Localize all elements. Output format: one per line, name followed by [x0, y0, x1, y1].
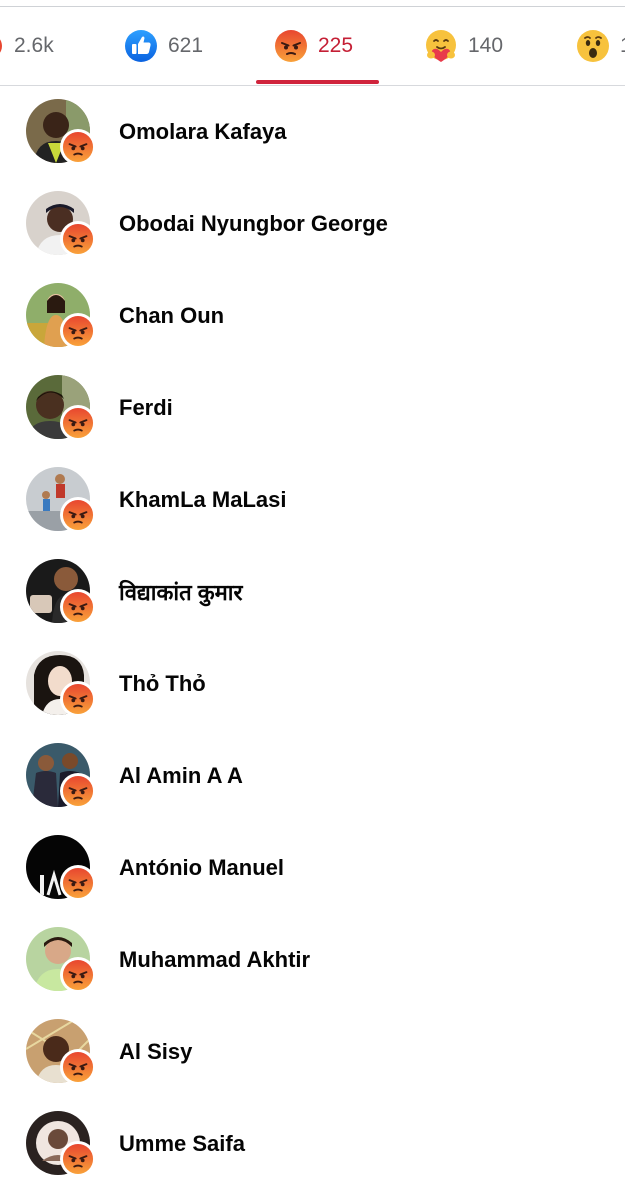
tab-wow[interactable]: 1: [576, 7, 625, 85]
person-name[interactable]: Thỏ Thỏ: [119, 638, 206, 730]
active-tab-indicator: [256, 80, 379, 84]
angry-badge-icon: [60, 221, 96, 257]
tab-angry[interactable]: 225: [274, 7, 353, 85]
list-item[interactable]: António Manuel: [0, 822, 625, 914]
angry-badge-icon: [60, 1141, 96, 1177]
tab-count: 621: [168, 34, 204, 57]
list-item[interactable]: Chan Oun: [0, 270, 625, 362]
tab-count: 2.6k: [14, 34, 54, 57]
list-item[interactable]: Muhammad Akhtir: [0, 914, 625, 1006]
list-item[interactable]: Umme Saifa: [0, 1098, 625, 1190]
tab-count: 1: [620, 34, 625, 58]
list-item[interactable]: Thỏ Thỏ: [0, 638, 625, 730]
like-icon: [124, 29, 158, 63]
person-name[interactable]: António Manuel: [119, 822, 284, 914]
angry-badge-icon: [60, 589, 96, 625]
list-item[interactable]: Omolara Kafaya: [0, 86, 625, 178]
reaction-tabs: 2.6k 621 225 140: [0, 7, 625, 86]
person-name[interactable]: Chan Oun: [119, 270, 224, 362]
tab-care[interactable]: 140: [424, 7, 503, 85]
person-name[interactable]: विद्याकांत कुमार: [119, 546, 242, 638]
angry-badge-icon: [60, 497, 96, 533]
angry-badge-icon: [60, 957, 96, 993]
list-item[interactable]: Ferdi: [0, 362, 625, 454]
tab-count: 140: [468, 34, 504, 57]
person-name[interactable]: Omolara Kafaya: [119, 86, 287, 178]
angry-badge-icon: [60, 681, 96, 717]
person-name[interactable]: KhamLa MaLasi: [119, 454, 287, 546]
angry-badge-icon: [60, 865, 96, 901]
angry-icon: [274, 29, 308, 63]
angry-badge-icon: [60, 129, 96, 165]
list-item[interactable]: Al Sisy: [0, 1006, 625, 1098]
person-name[interactable]: Muhammad Akhtir: [119, 914, 310, 1006]
angry-badge-icon: [60, 1049, 96, 1085]
list-item[interactable]: KhamLa MaLasi: [0, 454, 625, 546]
care-icon: [424, 29, 458, 63]
all-reactions-icon: [0, 33, 4, 59]
list-item[interactable]: Obodai Nyungbor George: [0, 178, 625, 270]
person-name[interactable]: Ferdi: [119, 362, 173, 454]
person-name[interactable]: Obodai Nyungbor George: [119, 178, 388, 270]
angry-badge-icon: [60, 773, 96, 809]
person-name[interactable]: Al Amin A A: [119, 730, 243, 822]
person-name[interactable]: Umme Saifa: [119, 1098, 245, 1190]
list-item[interactable]: विद्याकांत कुमार: [0, 546, 625, 638]
wow-icon: [576, 29, 610, 63]
tab-all-reactions[interactable]: 2.6k: [0, 7, 54, 85]
tab-count: 225: [318, 34, 354, 57]
tab-like[interactable]: 621: [124, 7, 203, 85]
angry-badge-icon: [60, 313, 96, 349]
person-name[interactable]: Al Sisy: [119, 1006, 192, 1098]
angry-badge-icon: [60, 405, 96, 441]
list-item[interactable]: Al Amin A A: [0, 730, 625, 822]
